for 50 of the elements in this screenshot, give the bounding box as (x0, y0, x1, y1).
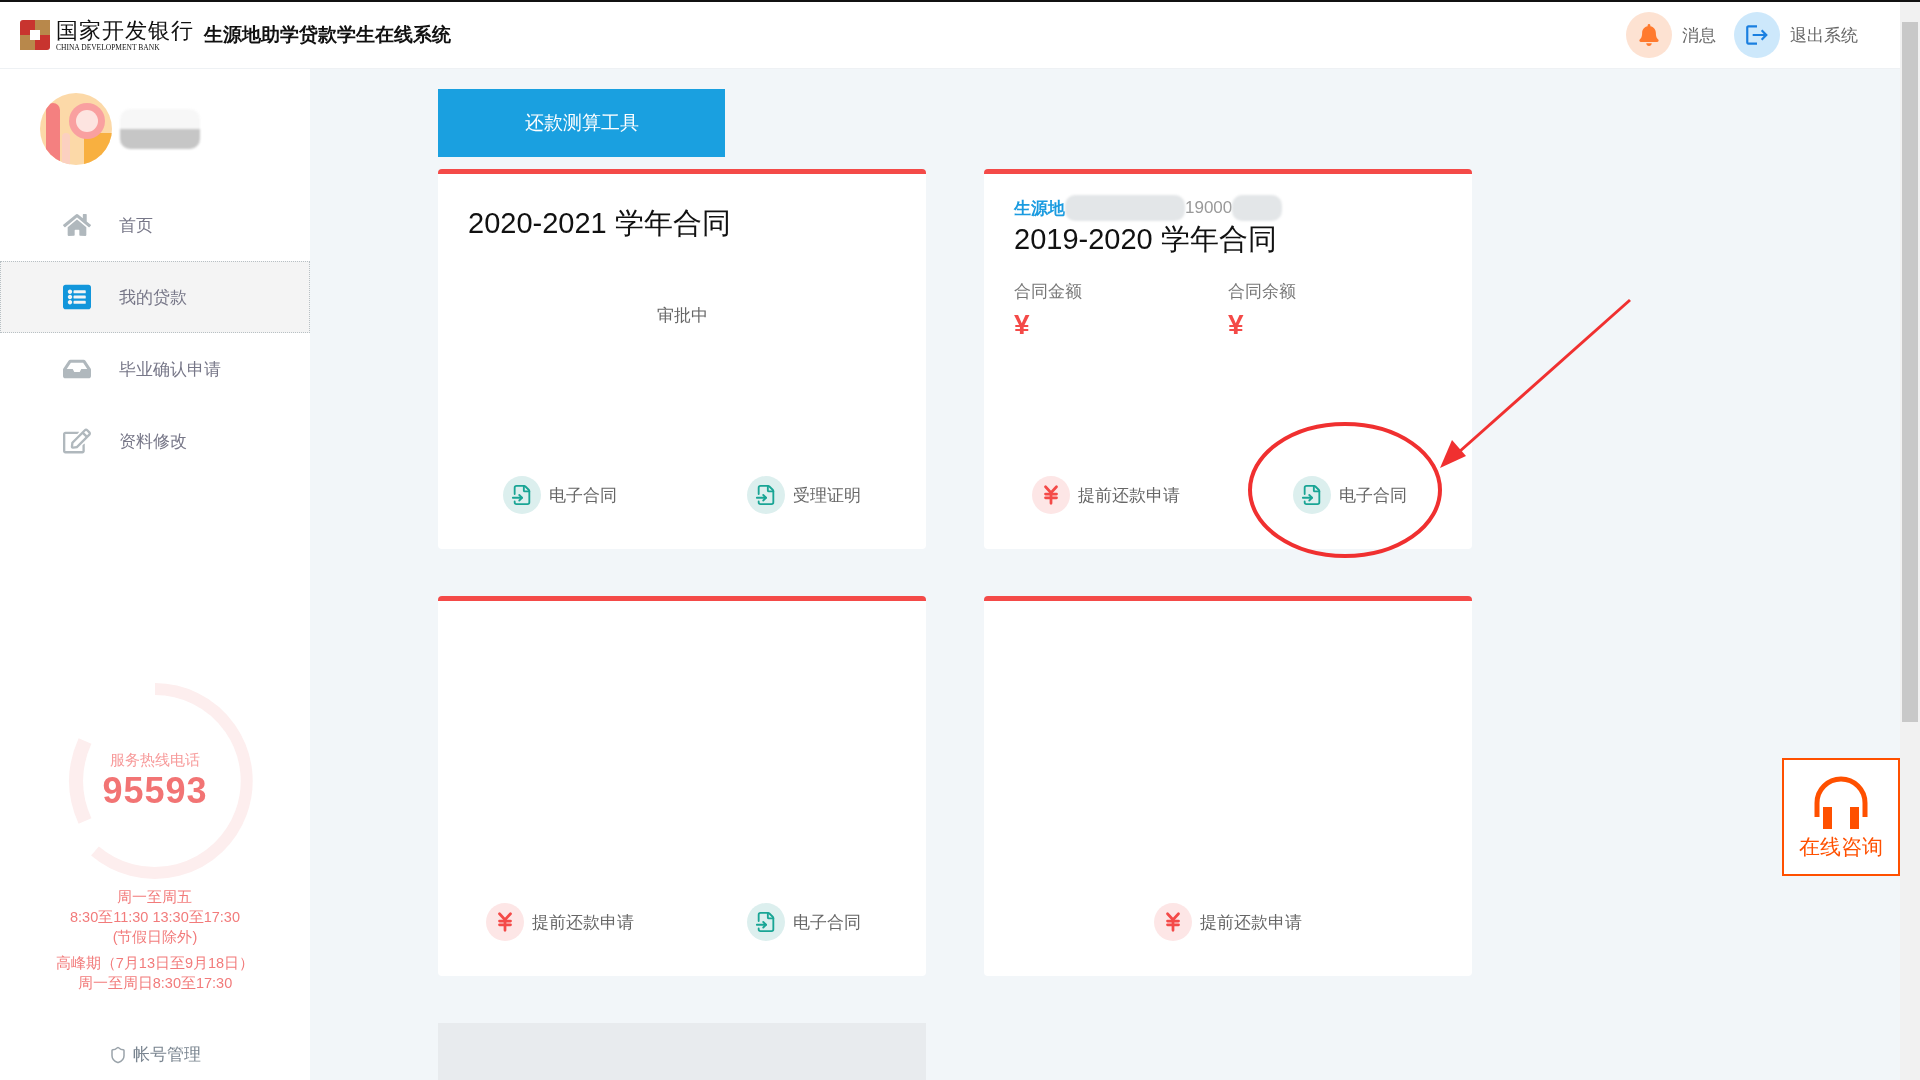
service-hours: 周一至周五 (117, 888, 193, 907)
field-value: ¥ (1014, 309, 1031, 341)
service-hours: 8:30至11:30 13:30至17:30 (69, 908, 240, 927)
nav-item[interactable]: 毕业确认申请 (0, 333, 310, 405)
yen-icon (1154, 903, 1192, 941)
bank-name: 国家开发银行 (56, 18, 194, 43)
card-action-link[interactable]: 提前还款申请 (438, 903, 682, 941)
service-hours: 周一至周日8:30至17:30 (77, 974, 233, 993)
card-action-link[interactable]: 提前还款申请 (984, 476, 1228, 514)
contract-title: 2019-2020 学年合同 (1014, 222, 1278, 257)
header-link[interactable]: 消息 (1626, 12, 1716, 58)
hotline-label: 服务热线电话 (110, 750, 200, 770)
calculator-button[interactable]: 还款测算工具 (438, 89, 725, 157)
field-label: 合同余额 (1228, 281, 1297, 303)
contract-status: 审批中 (656, 305, 708, 327)
service-hours: 高峰期（7月13日至9月18日） (55, 954, 255, 973)
document-icon (503, 476, 541, 514)
bell-icon (1626, 12, 1672, 58)
field-value: ¥ (1228, 309, 1245, 341)
home-icon (63, 211, 91, 239)
shield-icon (109, 1045, 127, 1064)
blurred-text (1232, 195, 1283, 221)
nav-item[interactable]: 首页 (0, 189, 310, 261)
card-action-link[interactable]: 电子合同 (682, 903, 926, 941)
hotline-number: 95593 (102, 769, 208, 812)
edit-icon (63, 427, 91, 455)
scrollbar[interactable] (1900, 2, 1920, 1080)
card-action-link[interactable]: 电子合同 (438, 476, 682, 514)
card-action-link[interactable]: 受理证明 (682, 476, 926, 514)
logout-icon (1734, 12, 1780, 58)
field-label: 合同金额 (1014, 281, 1083, 303)
list-icon (63, 283, 91, 311)
contract-title: 2020-2021 学年合同 (468, 206, 732, 241)
contract-number: 19000 (1185, 198, 1233, 218)
nav-item[interactable]: 资料修改 (0, 405, 310, 477)
document-icon (1293, 476, 1331, 514)
service-hours: (节假日除外) (112, 928, 198, 947)
account-link[interactable]: 帐号管理 (109, 1043, 201, 1066)
system-title: 生源地助学贷款学生在线系统 (204, 23, 451, 47)
loan-type-tag: 生源地 (1014, 196, 1065, 220)
bank-logo-icon (20, 20, 50, 50)
online-consult-button[interactable]: 在线咨询 (1782, 758, 1900, 876)
yen-icon (486, 903, 524, 941)
header-link[interactable]: 退出系统 (1734, 12, 1858, 58)
nav-item[interactable]: 我的贷款 (0, 261, 310, 333)
card-action-link[interactable]: 提前还款申请 (984, 903, 1472, 941)
document-icon (747, 903, 785, 941)
card-action-link[interactable]: 电子合同 (1228, 476, 1472, 514)
document-icon (747, 476, 785, 514)
yen-icon (1032, 476, 1070, 514)
